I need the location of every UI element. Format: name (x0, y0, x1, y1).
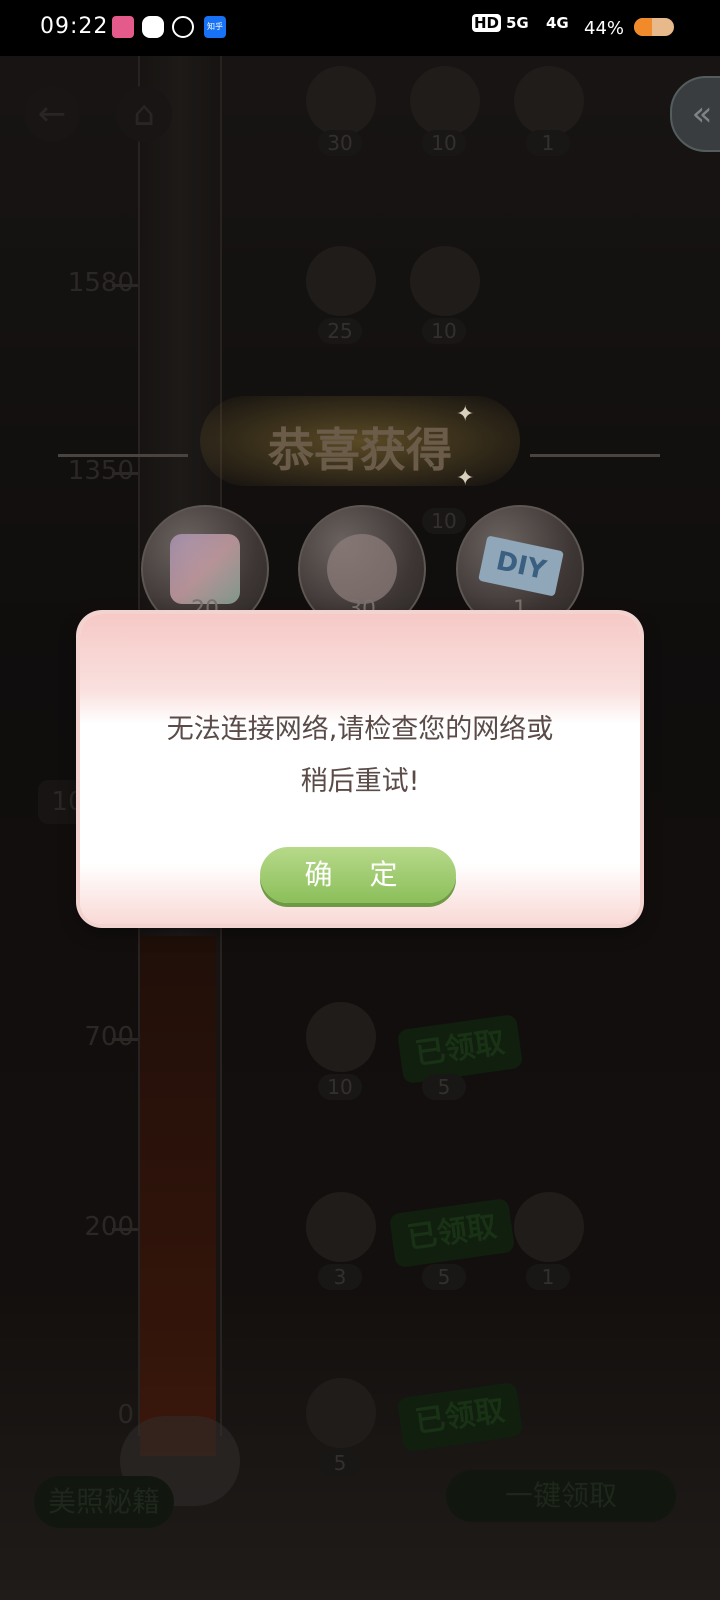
network-error-dialog: 无法连接网络,请检查您的网络或 稍后重试! 确 定 (80, 614, 640, 924)
sim2-signal: 4G (546, 14, 569, 32)
sparkle-icon: ✦ (456, 402, 475, 427)
dialog-message: 无法连接网络,请检查您的网络或 稍后重试! (120, 704, 600, 808)
dialog-message-line: 稍后重试! (300, 766, 420, 797)
congrats-right-line (530, 454, 660, 457)
confirm-button[interactable]: 确 定 (260, 847, 456, 903)
status-time: 09:22 (40, 14, 109, 39)
hd-icon: HD (472, 14, 502, 32)
battery-level (634, 18, 652, 36)
sim1-signal: 5G (506, 14, 529, 32)
gem-icon (170, 534, 240, 604)
diy-card-icon: DIY (478, 535, 564, 597)
congrats-left-line (58, 454, 188, 457)
netease-music-icon (172, 16, 194, 38)
bilibili-icon (142, 16, 164, 38)
battery-icon (634, 18, 674, 36)
dialog-message-line: 无法连接网络,请检查您的网络或 (166, 714, 554, 745)
sparkle-icon: ✦ (456, 466, 475, 491)
outfit-icon (327, 534, 397, 604)
status-bar: 09:22 知乎 HD 5G 4G 44% (0, 0, 720, 56)
kaka-app-icon (112, 16, 134, 38)
battery-percent: 44% (584, 18, 625, 39)
zhihu-icon: 知乎 (204, 16, 226, 38)
